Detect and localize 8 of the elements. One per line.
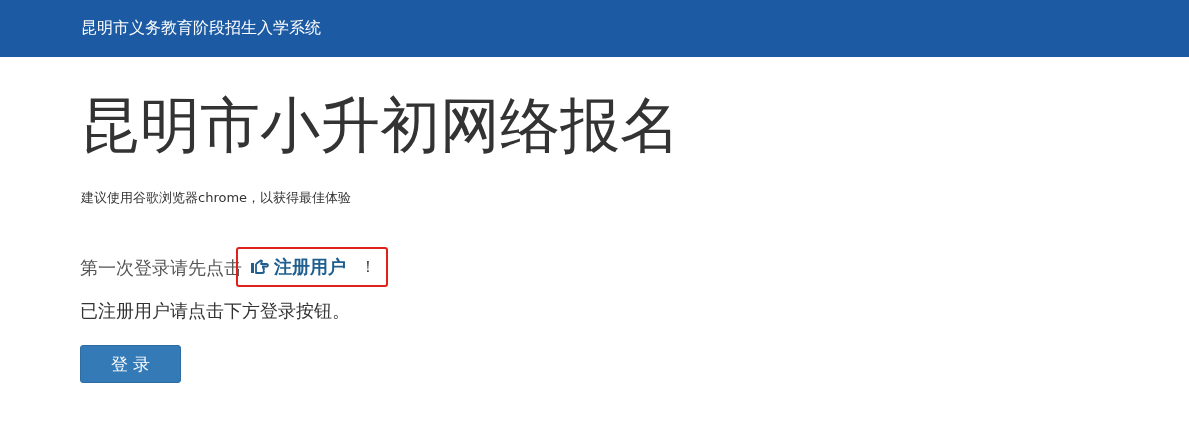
register-link[interactable]: 注册用户 [274, 255, 346, 279]
browser-hint: 建议使用谷歌浏览器chrome，以获得最佳体验 [81, 189, 353, 207]
exclamation-mark: ！ [360, 256, 376, 278]
page-heading: 昆明市小升初网络报名 [80, 89, 681, 161]
login-button[interactable]: 登 录 [80, 345, 181, 383]
login-instruction: 已注册用户请点击下方登录按钮。 [80, 299, 351, 323]
site-title[interactable]: 昆明市义务教育阶段招生入学系统 [81, 18, 321, 39]
pointing-hand-icon [250, 258, 270, 276]
